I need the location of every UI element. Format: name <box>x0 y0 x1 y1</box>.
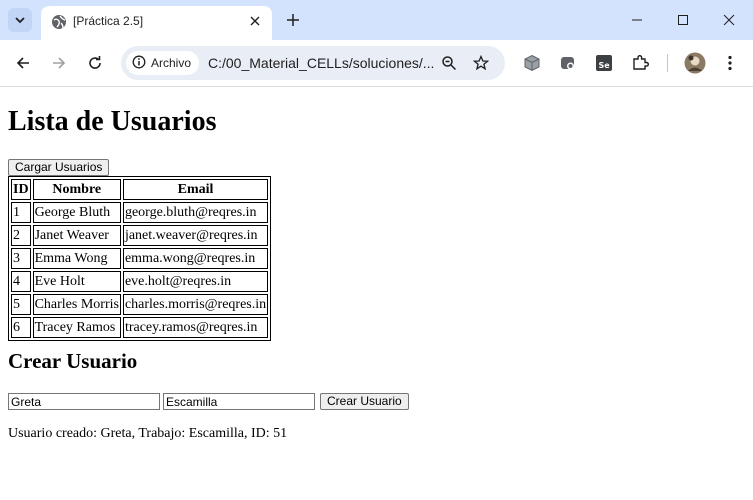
name-input[interactable] <box>8 393 160 410</box>
table-row: 2 Janet Weaver janet.weaver@reqres.in <box>11 225 269 246</box>
cell-email: janet.weaver@reqres.in <box>122 225 269 246</box>
address-bar[interactable]: Archivo C:/00_Material_CELLs/soluciones/… <box>121 46 505 80</box>
page-title: Lista de Usuarios <box>8 106 217 137</box>
globe-icon <box>51 14 67 30</box>
table-row: 3 Emma Wong emma.wong@reqres.in <box>11 248 269 269</box>
cell-email: george.bluth@reqres.in <box>122 202 269 223</box>
result-message: Usuario creado: Greta, Trabajo: Escamill… <box>8 426 288 441</box>
cell-id: 6 <box>11 317 31 338</box>
table-row: 4 Eve Holt eve.holt@reqres.in <box>11 271 269 292</box>
url-text[interactable]: C:/00_Material_CELLs/soluciones/... <box>208 55 434 71</box>
forward-arrow-icon[interactable] <box>45 49 73 77</box>
create-user-title: Crear Usuario <box>8 349 138 373</box>
cell-id: 2 <box>11 225 31 246</box>
site-info-chip[interactable]: Archivo <box>126 51 200 75</box>
cell-id: 4 <box>11 271 31 292</box>
browser-tab[interactable]: [Práctica 2.5] <box>41 6 272 40</box>
site-chip-label: Archivo <box>151 56 192 70</box>
info-icon <box>132 55 146 72</box>
back-arrow-icon[interactable] <box>9 49 37 77</box>
table-row: 6 Tracey Ramos tracey.ramos@reqres.in <box>11 317 269 338</box>
table-row: 1 George Bluth george.bluth@reqres.in <box>11 202 269 223</box>
plus-icon[interactable] <box>282 9 304 31</box>
minimize-icon[interactable] <box>614 0 660 40</box>
star-icon[interactable] <box>472 54 490 72</box>
close-icon[interactable] <box>246 12 264 30</box>
cell-id: 1 <box>11 202 31 223</box>
browser-window: [Práctica 2.5] Archivo C:/00_Material_CE… <box>0 0 753 500</box>
title-bar: [Práctica 2.5] <box>0 0 753 40</box>
column-header-name: Nombre <box>32 179 121 200</box>
table-row: 5 Charles Morris charles.morris@reqres.i… <box>11 294 269 315</box>
page-content: Lista de Usuarios Cargar Usuarios ID Nom… <box>0 87 753 500</box>
zoom-icon[interactable] <box>440 54 458 72</box>
browser-toolbar: Archivo C:/00_Material_CELLs/soluciones/… <box>0 40 753 87</box>
cell-id: 3 <box>11 248 31 269</box>
cell-name: Tracey Ramos <box>32 317 121 338</box>
kebab-menu-icon[interactable] <box>719 52 741 74</box>
cell-email: emma.wong@reqres.in <box>122 248 269 269</box>
close-window-icon[interactable] <box>706 0 752 40</box>
selenium-icon[interactable]: Se <box>593 52 615 74</box>
table-header-row: ID Nombre Email <box>11 179 269 200</box>
load-users-button[interactable]: Cargar Usuarios <box>8 159 110 176</box>
cell-email: tracey.ramos@reqres.in <box>122 317 269 338</box>
cell-name: Emma Wong <box>32 248 121 269</box>
extension-cube-icon[interactable] <box>521 52 543 74</box>
column-header-email: Email <box>122 179 269 200</box>
cell-name: Charles Morris <box>32 294 121 315</box>
toolbar-separator <box>667 54 668 72</box>
maximize-icon[interactable] <box>660 0 706 40</box>
cell-name: Janet Weaver <box>32 225 121 246</box>
puzzle-icon[interactable] <box>629 52 651 74</box>
profile-avatar[interactable] <box>683 51 707 75</box>
column-header-id: ID <box>11 179 31 200</box>
reload-icon[interactable] <box>81 49 109 77</box>
tab-search-icon[interactable] <box>8 8 32 32</box>
tab-title: [Práctica 2.5] <box>73 14 144 28</box>
cell-name: Eve Holt <box>32 271 121 292</box>
cell-name: George Bluth <box>32 202 121 223</box>
create-user-button[interactable]: Crear Usuario <box>320 393 409 410</box>
cell-email: eve.holt@reqres.in <box>122 271 269 292</box>
svg-text:Se: Se <box>599 61 611 70</box>
create-user-form: Crear Usuario <box>8 393 409 410</box>
users-table: ID Nombre Email 1 George Bluth george.bl… <box>8 176 272 341</box>
job-input[interactable] <box>163 393 315 410</box>
cell-email: charles.morris@reqres.in <box>122 294 269 315</box>
extension-app-icon[interactable] <box>557 52 579 74</box>
cell-id: 5 <box>11 294 31 315</box>
